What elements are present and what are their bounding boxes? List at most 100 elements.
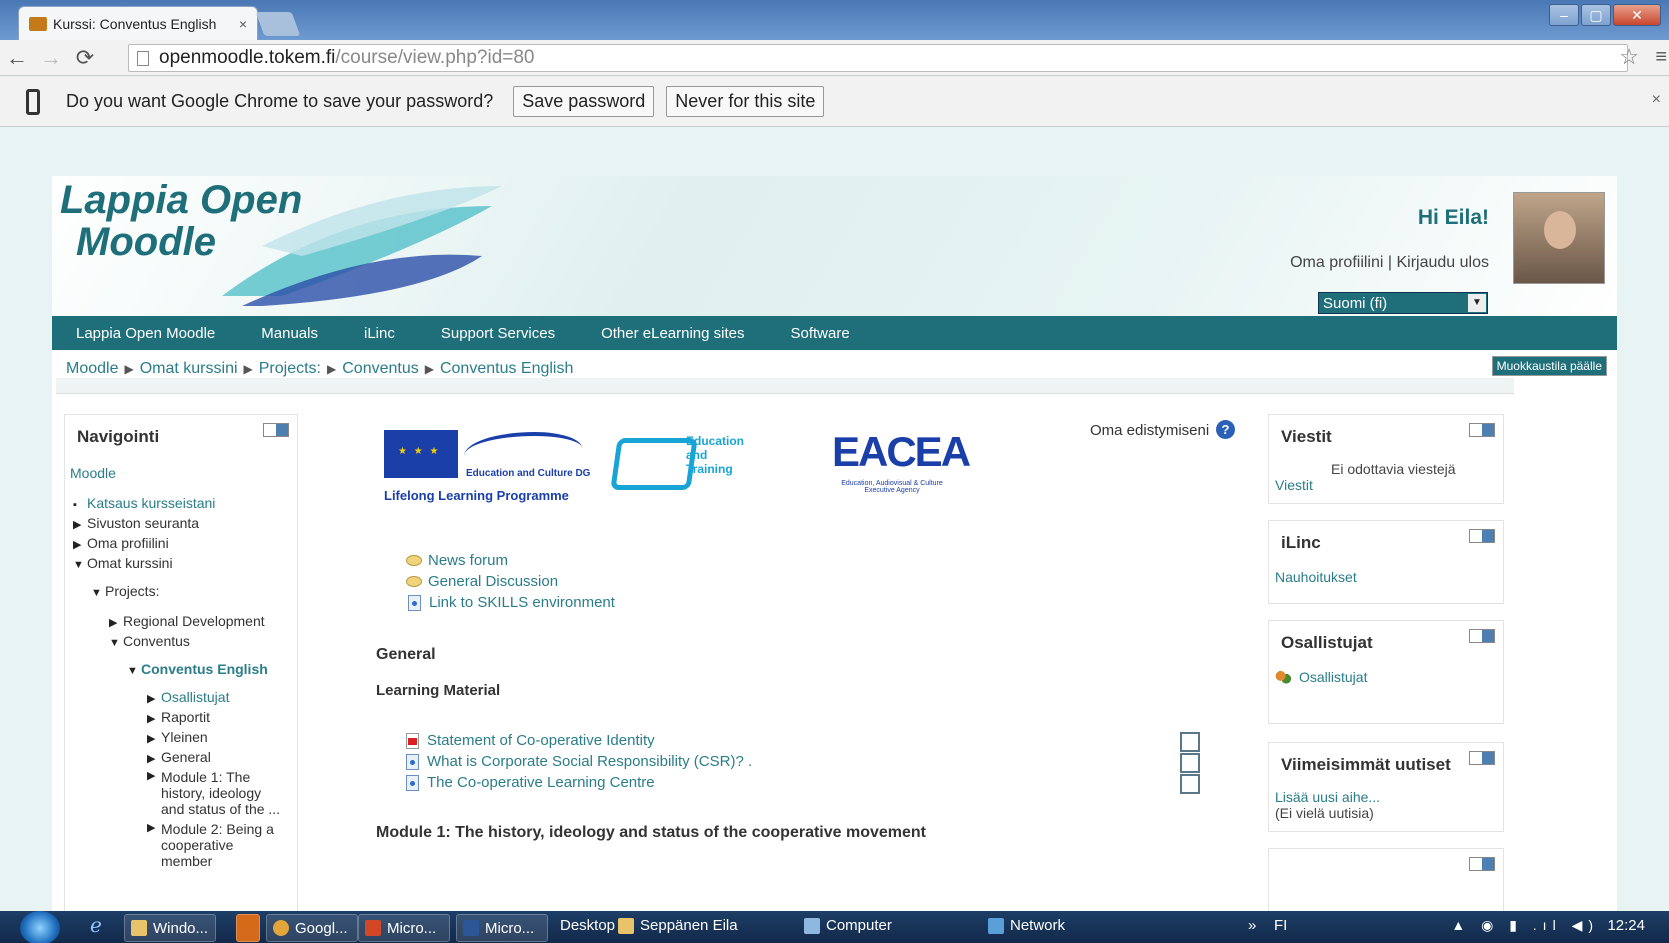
- maximize-button[interactable]: ▢: [1581, 4, 1611, 26]
- nav-tree-item[interactable]: ▶ Raportit: [147, 709, 210, 725]
- taskbar-powerpoint[interactable]: Micro...: [358, 914, 450, 942]
- nav-tree-item[interactable]: ▶ Sivuston seuranta: [73, 515, 199, 531]
- taskbar-computer[interactable]: Computer: [804, 917, 892, 935]
- messages-link[interactable]: Viestit: [1275, 477, 1491, 493]
- block-collapse-icon[interactable]: [263, 423, 289, 437]
- new-tab-button[interactable]: [255, 12, 301, 36]
- nav-tree-item[interactable]: ▶ Oma profiilini: [73, 535, 169, 551]
- expand-arrow-icon: ▶: [73, 539, 82, 551]
- url-resource-icon: [406, 753, 419, 770]
- nav-tree-item[interactable]: ▶ Module 1: The history, ideology and sta…: [147, 769, 287, 817]
- input-language[interactable]: FI: [1274, 917, 1287, 934]
- add-topic-link[interactable]: Lisää uusi aihe...: [1275, 789, 1491, 805]
- site-logo-line2[interactable]: Moodle: [76, 220, 216, 265]
- nav-tree-item[interactable]: ▶ Yleinen: [147, 729, 208, 745]
- taskbar-network[interactable]: Network: [988, 917, 1065, 935]
- nav-tree-item[interactable]: ▪ Katsaus kursseistani: [73, 495, 215, 511]
- chrome-menu-icon[interactable]: ≡: [1655, 46, 1667, 69]
- nav-software[interactable]: Software: [791, 325, 850, 342]
- breadcrumb-separator: ▶: [327, 362, 337, 376]
- completion-checkbox[interactable]: [1180, 732, 1200, 752]
- infobar-message: Do you want Google Chrome to save your p…: [66, 91, 494, 111]
- latest-news-block: Viimeisimmät uutiset Lisää uusi aihe... …: [1268, 742, 1504, 832]
- nav-manuals[interactable]: Manuals: [261, 325, 318, 342]
- nav-tree-item[interactable]: Moodle: [70, 465, 116, 481]
- messages-status: Ei odottavia viestejä: [1331, 461, 1456, 477]
- toolbar-overflow-icon[interactable]: »: [1248, 917, 1256, 934]
- edit-mode-button[interactable]: Muokkaustila päälle: [1491, 356, 1607, 376]
- computer-icon: [804, 918, 820, 935]
- nav-tree-label: Projects:: [105, 583, 160, 599]
- logout-link[interactable]: Kirjaudu ulos: [1397, 254, 1490, 271]
- user-avatar[interactable]: [1513, 192, 1605, 284]
- language-select[interactable]: Suomi (fi) ▼: [1318, 292, 1488, 314]
- save-password-button[interactable]: Save password: [513, 86, 655, 117]
- address-bar[interactable]: openmoodle.tokem.fi/course/view.php?id=8…: [128, 44, 1628, 72]
- breadcrumb-item[interactable]: Projects:: [259, 360, 321, 377]
- activity-skills-link[interactable]: Link to SKILLS environment: [408, 594, 615, 611]
- expand-arrow-icon: ▶: [147, 753, 156, 765]
- activity-news-forum[interactable]: News forum: [406, 552, 508, 569]
- material-csr[interactable]: What is Corporate Social Responsibility …: [406, 753, 752, 770]
- nav-tree-item[interactable]: ▼ Conventus English: [127, 661, 268, 677]
- close-window-button[interactable]: ✕: [1613, 4, 1661, 26]
- taskbar-desktop[interactable]: Desktop: [560, 917, 615, 934]
- nav-tree-item[interactable]: ▶ Osallistujat: [147, 689, 229, 705]
- window-controls: – ▢ ✕: [1549, 4, 1661, 26]
- block-collapse-icon[interactable]: [1469, 629, 1495, 643]
- participants-link[interactable]: Osallistujat: [1275, 669, 1491, 686]
- my-profile-link[interactable]: Oma profiilini: [1290, 254, 1383, 271]
- taskbar-word[interactable]: Micro...: [456, 914, 548, 942]
- completion-checkbox[interactable]: [1180, 774, 1200, 794]
- recordings-link[interactable]: Nauhoitukset: [1275, 569, 1491, 585]
- completion-checkbox[interactable]: [1180, 753, 1200, 773]
- nav-tree-item[interactable]: ▼ Projects:: [91, 583, 159, 599]
- back-arrow-icon[interactable]: ←: [0, 45, 34, 71]
- help-icon[interactable]: ?: [1216, 420, 1235, 439]
- tab-close-icon[interactable]: ×: [239, 16, 247, 32]
- nav-tree-item[interactable]: ▶ Regional Development: [109, 613, 265, 629]
- taskbar-explorer[interactable]: Windo...: [124, 914, 216, 942]
- taskbar-clock[interactable]: 12:24: [1607, 917, 1645, 934]
- start-button[interactable]: [20, 911, 60, 943]
- site-header: Lappia Open Moodle Hi Eila! Oma profiili…: [52, 176, 1617, 316]
- nav-lappia-open-moodle[interactable]: Lappia Open Moodle: [76, 325, 215, 342]
- forward-arrow-icon[interactable]: →: [34, 45, 68, 71]
- browser-tab[interactable]: Kurssi: Conventus English ×: [18, 6, 258, 40]
- nav-ilinc[interactable]: iLinc: [364, 325, 395, 342]
- infobar-close-icon[interactable]: ×: [1652, 91, 1661, 109]
- nav-tree-item[interactable]: ▶ General: [147, 749, 211, 765]
- minimize-button[interactable]: –: [1549, 4, 1579, 26]
- profile-links: Oma profiilini | Kirjaudu ulos: [1290, 254, 1489, 272]
- material-statement[interactable]: Statement of Co-operative Identity: [406, 732, 655, 749]
- block-collapse-icon[interactable]: [1469, 423, 1495, 437]
- bookmark-star-icon[interactable]: ☆: [1619, 44, 1639, 70]
- expand-arrow-icon: ▶: [109, 617, 118, 629]
- block-collapse-icon[interactable]: [1469, 857, 1495, 871]
- nav-tree-item[interactable]: ▼ Omat kurssini: [73, 555, 173, 571]
- nav-support-services[interactable]: Support Services: [441, 325, 555, 342]
- breadcrumb-item[interactable]: Conventus: [342, 360, 419, 377]
- taskbar-user[interactable]: Seppänen Eila: [618, 917, 738, 935]
- ie-icon[interactable]: ℯ: [90, 913, 102, 938]
- material-learning-centre[interactable]: The Co-operative Learning Centre: [406, 774, 655, 791]
- media-player-icon[interactable]: [236, 914, 260, 942]
- reload-icon[interactable]: ⟳: [68, 45, 102, 71]
- expand-arrow-icon: ▶: [73, 519, 82, 531]
- activity-general-discussion[interactable]: General Discussion: [406, 573, 558, 590]
- block-collapse-icon[interactable]: [1469, 751, 1495, 765]
- block-collapse-icon[interactable]: [1469, 529, 1495, 543]
- breadcrumb-item[interactable]: Moodle: [66, 360, 118, 377]
- site-logo-line1[interactable]: Lappia Open: [60, 178, 302, 223]
- password-infobar: Do you want Google Chrome to save your p…: [0, 77, 1669, 127]
- nav-tree-label: Oma profiilini: [87, 535, 169, 551]
- breadcrumb-item[interactable]: Omat kurssini: [140, 360, 238, 377]
- breadcrumb-item[interactable]: Conventus English: [440, 360, 573, 377]
- nav-tree-item[interactable]: ▼ Conventus: [109, 633, 190, 649]
- system-tray[interactable]: ▲ ◉ ▮ .ıl ◀): [1451, 917, 1599, 934]
- nav-tree-item[interactable]: ▶ Module 2: Being a cooperative member: [147, 821, 287, 869]
- taskbar-chrome[interactable]: Googl...: [266, 914, 358, 942]
- nav-other-elearning-sites[interactable]: Other eLearning sites: [601, 325, 744, 342]
- expand-arrow-icon: ▶: [147, 822, 156, 834]
- never-save-button[interactable]: Never for this site: [666, 86, 825, 117]
